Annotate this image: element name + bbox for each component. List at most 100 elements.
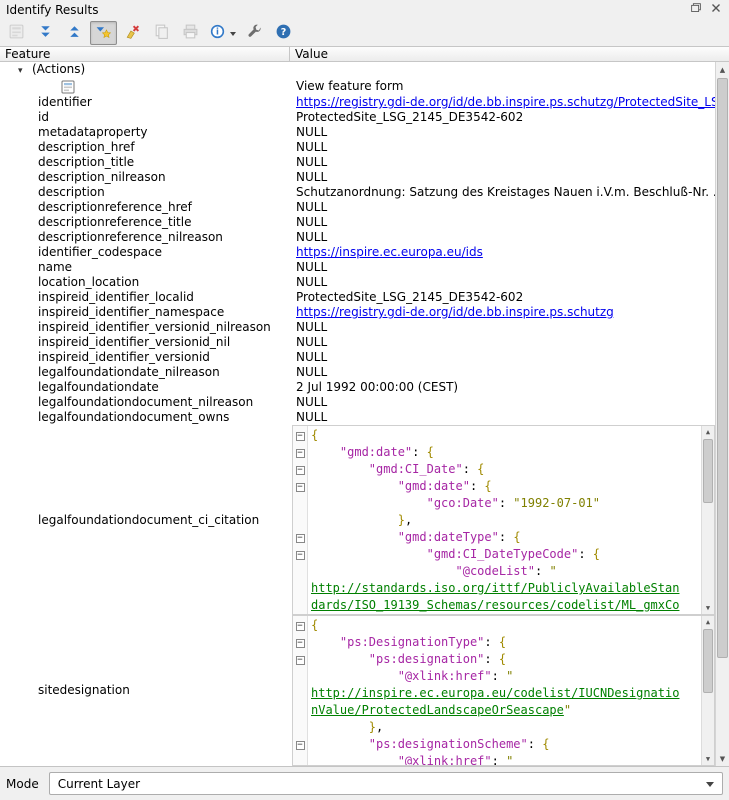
action-row-view-feature-form[interactable]: View feature form — [0, 77, 715, 95]
identify-mode-icon: i — [209, 23, 226, 43]
column-header-value[interactable]: Value — [290, 47, 729, 61]
json-view-ci_citation[interactable]: −−−−−−{ "gmd:date": { "gmd:CI_Date": { "… — [292, 425, 715, 615]
value-text: NULL — [296, 230, 327, 244]
column-header-feature[interactable]: Feature — [0, 47, 290, 61]
code-link[interactable]: nValue/ProtectedLandscapeOrSeascape — [311, 703, 564, 717]
row-descriptionreference_nilreason[interactable]: descriptionreference_nilreasonNULL — [0, 230, 715, 245]
titlebar[interactable]: Identify Results — [0, 0, 729, 20]
feature-name: legalfoundationdocument_nilreason — [38, 395, 253, 409]
row-description_href[interactable]: description_hrefNULL — [0, 140, 715, 155]
row-descriptionreference_title[interactable]: descriptionreference_titleNULL — [0, 215, 715, 230]
row-identifier_codespace[interactable]: identifier_codespace https://inspire.ec.e… — [0, 245, 715, 260]
feature-name: inspireid_identifier_localid — [38, 290, 194, 304]
json-view-sitedesignation[interactable]: − − − −{ "ps:DesignationType": { "ps:design… — [292, 615, 715, 766]
row-name[interactable]: nameNULL — [0, 260, 715, 275]
code-line: nValue/ProtectedLandscapeOrSeascape" — [308, 702, 701, 719]
row-legalfoundationdate_nilreason[interactable]: legalfoundationdate_nilreasonNULL — [0, 365, 715, 380]
value-text: NULL — [296, 275, 327, 289]
row-legalfoundationdocument_ci_citation[interactable]: legalfoundationdocument_ci_citation−−−−−… — [0, 425, 715, 615]
close-panel-button[interactable] — [707, 2, 725, 18]
value-link[interactable]: https://registry.gdi-de.org/id/de.bb.ins… — [296, 95, 715, 109]
fold-collapse-icon[interactable]: − — [296, 551, 305, 560]
fold-collapse-icon[interactable]: − — [296, 466, 305, 475]
code-vertical-scrollbar[interactable]: ▲▼ — [701, 426, 714, 614]
expand-new-results-button[interactable] — [90, 21, 117, 45]
row-description_nilreason[interactable]: description_nilreasonNULL — [0, 170, 715, 185]
close-icon — [709, 1, 723, 18]
mode-combobox[interactable]: Current Layer — [49, 772, 723, 795]
row-identifier[interactable]: identifierhttps://registry.gdi-de.org/id… — [0, 95, 715, 110]
value-link[interactable]: https://inspire.ec.europa.eu/ids — [296, 245, 483, 259]
row-legalfoundationdocument_nilreason[interactable]: legalfoundationdocument_nilreasonNULL — [0, 395, 715, 410]
expand-tree-button[interactable] — [32, 21, 59, 45]
scroll-up-icon[interactable]: ▲ — [702, 616, 714, 628]
row-inspireid_identifier_namespace[interactable]: inspireid_identifier_namespacehttps://re… — [0, 305, 715, 320]
fold-gutter: − − − − — [293, 616, 308, 765]
float-panel-button[interactable] — [687, 2, 705, 18]
scroll-down-icon[interactable]: ▼ — [716, 751, 729, 766]
feature-name: identifier_codespace — [38, 245, 162, 259]
titlebar-buttons — [685, 2, 725, 19]
code-line: dards/ISO_19139_Schemas/resources/codeli… — [308, 597, 701, 614]
feature-name: name — [38, 260, 72, 274]
group-label: (Actions) — [32, 62, 85, 76]
group-row-actions[interactable]: ▾(Actions) — [0, 62, 715, 77]
clear-results-icon — [124, 23, 141, 43]
scroll-up-icon[interactable]: ▲ — [702, 426, 714, 438]
scroll-down-icon[interactable]: ▼ — [702, 602, 714, 614]
feature-name: metadataproperty — [38, 125, 148, 139]
code-lines: { "ps:DesignationType": { "ps:designatio… — [308, 616, 701, 765]
scroll-up-icon[interactable]: ▲ — [716, 62, 729, 77]
code-link[interactable]: http://standards.iso.org/ittf/PubliclyAv… — [311, 581, 679, 595]
row-id[interactable]: idProtectedSite_LSG_2145_DE3542-602 — [0, 110, 715, 125]
copy-feature-button[interactable] — [148, 21, 175, 45]
tree-vertical-scrollbar[interactable]: ▲ ▼ — [715, 62, 729, 766]
code-line: }, — [308, 512, 701, 529]
print-response-button[interactable] — [177, 21, 204, 45]
row-legalfoundationdate[interactable]: legalfoundationdate2 Jul 1992 00:00:00 (… — [0, 380, 715, 395]
code-link[interactable]: http://inspire.ec.europa.eu/codelist/IUC… — [311, 686, 679, 700]
feature-name: legalfoundationdate — [38, 380, 159, 394]
help-button[interactable]: ? — [270, 21, 297, 45]
row-sitedesignation[interactable]: sitedesignation − − − −{ "ps:DesignationType… — [0, 615, 715, 766]
fold-collapse-icon[interactable]: − — [296, 449, 305, 458]
feature-name: description_nilreason — [38, 170, 166, 184]
row-location_location[interactable]: location_locationNULL — [0, 275, 715, 290]
fold-collapse-icon[interactable]: − — [296, 622, 305, 631]
scrollbar-thumb[interactable] — [703, 439, 713, 503]
value-text: NULL — [296, 410, 327, 424]
scroll-down-icon[interactable]: ▼ — [702, 753, 714, 765]
fold-collapse-icon[interactable]: − — [296, 432, 305, 441]
collapse-tree-button[interactable] — [61, 21, 88, 45]
fold-collapse-icon[interactable]: − — [296, 483, 305, 492]
open-form-button[interactable] — [3, 21, 30, 45]
code-line: }, — [308, 719, 701, 736]
fold-collapse-icon[interactable]: − — [296, 639, 305, 648]
feature-name: sitedesignation — [38, 683, 130, 698]
clear-results-button[interactable] — [119, 21, 146, 45]
row-inspireid_identifier_versionid[interactable]: inspireid_identifier_versionidNULL — [0, 350, 715, 365]
row-description_title[interactable]: description_titleNULL — [0, 155, 715, 170]
code-link[interactable]: dards/ISO_19139_Schemas/resources/codeli… — [311, 598, 679, 612]
row-inspireid_identifier_localid[interactable]: inspireid_identifier_localidProtectedSit… — [0, 290, 715, 305]
fold-collapse-icon[interactable]: − — [296, 741, 305, 750]
fold-collapse-icon[interactable]: − — [296, 656, 305, 665]
row-descriptionreference_href[interactable]: descriptionreference_hrefNULL — [0, 200, 715, 215]
row-inspireid_identifier_versionid_nilreason[interactable]: inspireid_identifier_versionid_nilreason… — [0, 320, 715, 335]
collapse-arrow-icon[interactable]: ▾ — [18, 64, 32, 77]
row-metadataproperty[interactable]: metadataproperty NULL — [0, 125, 715, 140]
row-description[interactable]: descriptionSchutzanordnung: Satzung des … — [0, 185, 715, 200]
fold-collapse-icon[interactable]: − — [296, 534, 305, 543]
value-text: NULL — [296, 125, 327, 139]
form-view-icon[interactable] — [60, 78, 76, 96]
scrollbar-thumb[interactable] — [703, 629, 713, 693]
row-legalfoundationdocument_owns[interactable]: legalfoundationdocument_ownsNULL — [0, 410, 715, 425]
value-link[interactable]: https://registry.gdi-de.org/id/de.bb.ins… — [296, 305, 614, 319]
chevron-down-icon[interactable] — [230, 32, 236, 39]
identify-results-panel: Identify Results i? Feature Value ▾(Acti… — [0, 0, 729, 800]
row-inspireid_identifier_versionid_nil[interactable]: inspireid_identifier_versionid_nilNULL — [0, 335, 715, 350]
identify-settings-button[interactable] — [241, 21, 268, 45]
scrollbar-thumb[interactable] — [717, 78, 728, 658]
code-vertical-scrollbar[interactable]: ▲▼ — [701, 616, 714, 765]
identify-mode-button[interactable]: i — [206, 21, 239, 45]
